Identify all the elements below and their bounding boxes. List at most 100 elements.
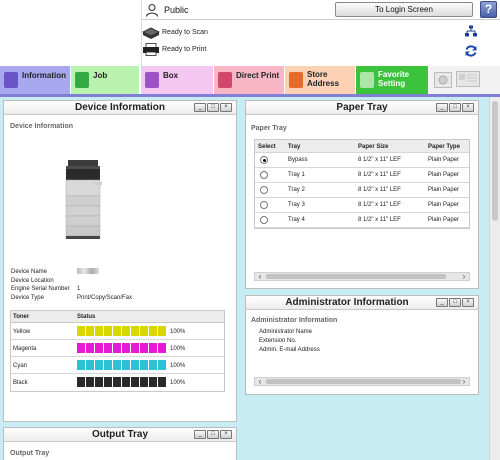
scrollbar-thumb[interactable]	[266, 379, 461, 384]
engine-serial-value: 1	[77, 286, 81, 292]
scanner-icon	[142, 27, 160, 39]
engine-serial-row: Engine Serial Number 1	[11, 285, 211, 294]
restore-icon[interactable]: □	[207, 103, 219, 112]
toner-rows: Yellow 100% Magenta 100% Cyan 100% Black 100%	[11, 323, 224, 391]
tray-name: Tray 2	[288, 187, 305, 193]
admin-horizontal-scrollbar[interactable]: ‹ ›	[254, 377, 470, 386]
help-button[interactable]: ?	[480, 1, 497, 18]
tray-select-radio[interactable]	[260, 186, 268, 194]
to-login-screen-button[interactable]: To Login Screen	[335, 2, 473, 17]
paper-tray-row[interactable]: Tray 4 8 1/2" x 11" LEF Plain Paper	[255, 213, 469, 228]
close-icon[interactable]: ×	[220, 103, 232, 112]
toner-percent: 100%	[170, 346, 186, 352]
toner-level-segment	[104, 377, 112, 387]
toner-level-segment	[140, 326, 148, 336]
tab-store-address-label: Store Address	[307, 70, 339, 88]
toner-table-header: Toner Status	[11, 311, 224, 323]
toner-level-segment	[131, 343, 139, 353]
tray-select-radio[interactable]	[260, 216, 268, 224]
toner-level-segment	[77, 360, 85, 370]
tab-store-address-line2: Address	[307, 79, 340, 88]
close-icon[interactable]: ×	[220, 430, 232, 439]
toner-level-segment	[77, 326, 85, 336]
toner-level-segment	[158, 360, 166, 370]
toner-level-segment	[77, 343, 85, 353]
minimize-icon[interactable]: _	[436, 103, 448, 112]
paper-tray-row[interactable]: Bypass 8 1/2" x 11" LEF Plain Paper	[255, 153, 469, 168]
toner-percent: 100%	[170, 363, 186, 369]
paper-type: Plain Paper	[428, 172, 460, 178]
toner-level-segment	[86, 360, 94, 370]
toner-name: Black	[13, 380, 28, 386]
minimize-icon[interactable]: _	[436, 298, 448, 307]
minimize-icon[interactable]: _	[194, 430, 206, 439]
paper-tray-row[interactable]: Tray 2 8 1/2" x 11" LEF Plain Paper	[255, 183, 469, 198]
scroll-left-icon[interactable]: ‹	[255, 272, 265, 281]
restore-icon[interactable]: □	[449, 298, 461, 307]
tray-name: Tray 1	[288, 172, 305, 178]
minimize-icon[interactable]: _	[194, 103, 206, 112]
toner-name: Yellow	[13, 329, 31, 335]
scrollbar-thumb[interactable]	[266, 274, 446, 279]
toner-level-segment	[158, 343, 166, 353]
tray-select-radio[interactable]	[260, 171, 268, 179]
tab-direct-print-label: Direct Print	[236, 71, 280, 80]
tab-direct-print[interactable]: Direct Print	[214, 66, 284, 94]
toner-level-segment	[122, 343, 130, 353]
scroll-left-icon[interactable]: ‹	[255, 377, 265, 386]
restore-icon[interactable]: □	[207, 430, 219, 439]
toner-level-segment	[95, 377, 103, 387]
tab-favorite-setting[interactable]: Favorite Setting	[356, 66, 428, 94]
scroll-right-icon[interactable]: ›	[459, 272, 469, 281]
toner-percent: 100%	[170, 380, 186, 386]
paper-type-column-header: Paper Type	[428, 144, 460, 150]
close-icon[interactable]: ×	[462, 103, 474, 112]
tab-information[interactable]: Information	[0, 66, 70, 94]
tab-box[interactable]: Box	[141, 66, 213, 94]
paper-tray-section-title: Paper Tray	[251, 125, 287, 132]
toner-level-segment	[104, 343, 112, 353]
toner-level-segment	[86, 377, 94, 387]
page-vertical-scrollbar[interactable]	[489, 97, 500, 460]
device-details: Device Name Device Location Engine Seria…	[11, 268, 211, 302]
scroll-right-icon[interactable]: ›	[459, 377, 469, 386]
tab-job-label: Job	[93, 71, 108, 80]
toner-level-segment	[158, 326, 166, 336]
tray-select-radio[interactable]	[260, 201, 268, 209]
device-location-row: Device Location	[11, 277, 211, 286]
close-icon[interactable]: ×	[462, 298, 474, 307]
print-status-text: Ready to Print	[162, 46, 207, 53]
paper-type: Plain Paper	[428, 157, 460, 163]
toner-percent: 100%	[170, 329, 186, 335]
device-name-row: Device Name	[11, 268, 211, 277]
toner-level-segment	[149, 377, 157, 387]
paper-tray-row[interactable]: Tray 1 8 1/2" x 11" LEF Plain Paper	[255, 168, 469, 183]
device-name-label: Device Name	[11, 269, 48, 275]
engine-serial-label: Engine Serial Number	[11, 286, 70, 292]
tab-box-label: Box	[163, 71, 179, 80]
toner-level-segment	[104, 360, 112, 370]
paper-tray-row[interactable]: Tray 3 8 1/2" x 11" LEF Plain Paper	[255, 198, 469, 213]
paper-tray-horizontal-scrollbar[interactable]: ‹ ›	[254, 272, 470, 281]
toner-level-segment	[140, 343, 148, 353]
toner-level-segment	[122, 360, 130, 370]
refresh-icon[interactable]	[464, 44, 478, 58]
tab-store-address[interactable]: Store Address	[285, 66, 355, 94]
toner-level-bar	[77, 343, 167, 353]
toner-row: Black 100%	[11, 374, 224, 391]
tab-job[interactable]: Job	[71, 66, 139, 94]
tray-select-radio[interactable]	[260, 156, 268, 164]
user-icon	[145, 3, 159, 17]
output-tray-panel-header: Output Tray _ □ ×	[4, 428, 236, 442]
toner-level-segment	[95, 360, 103, 370]
page-scrollbar-thumb[interactable]	[492, 101, 498, 221]
extension-number-label: Extension No.	[259, 338, 297, 344]
toner-level-segment	[140, 360, 148, 370]
tab-extra[interactable]	[429, 66, 500, 94]
toner-level-segment	[113, 377, 121, 387]
header-panel: Public To Login Screen ? Ready to Scan R…	[141, 0, 500, 66]
tray-name: Tray 4	[288, 217, 305, 223]
toner-row: Magenta 100%	[11, 340, 224, 357]
restore-icon[interactable]: □	[449, 103, 461, 112]
administrator-information-section-title: Administrator Information	[251, 317, 338, 324]
